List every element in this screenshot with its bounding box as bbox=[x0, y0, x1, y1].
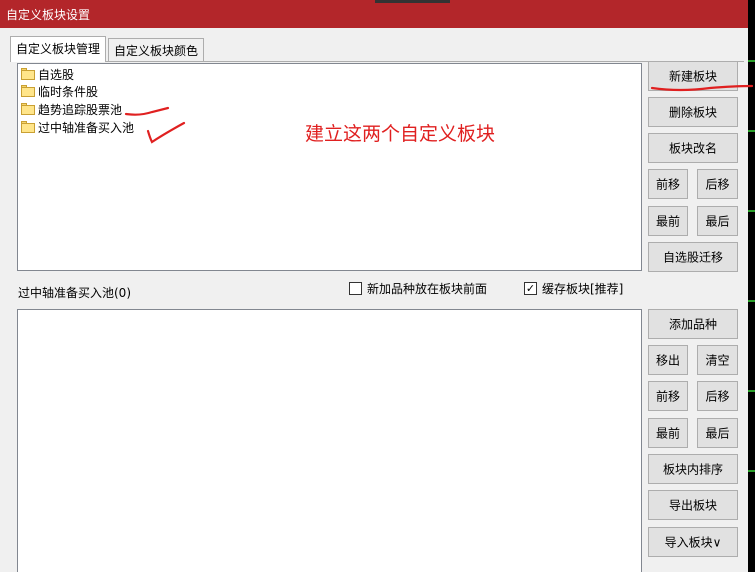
tree-item-midline-pool[interactable]: 过中轴准备买入池 bbox=[20, 119, 134, 136]
tab-divider bbox=[10, 61, 744, 62]
chart-mark bbox=[748, 300, 755, 302]
check-icon: ✓ bbox=[525, 282, 536, 295]
tree-item-label: 过中轴准备买入池 bbox=[38, 121, 135, 135]
chart-mark bbox=[748, 130, 755, 132]
migrate-watchlist-button[interactable]: 自选股迁移 bbox=[648, 242, 738, 272]
folder-icon bbox=[20, 121, 36, 134]
tree-item-zixuangu[interactable]: 自选股 bbox=[20, 66, 74, 83]
stock-move-down-button[interactable]: 后移 bbox=[697, 381, 738, 411]
block-move-down-button[interactable]: 后移 bbox=[697, 169, 738, 199]
block-move-first-button[interactable]: 最前 bbox=[648, 206, 688, 236]
stock-move-last-button[interactable]: 最后 bbox=[697, 418, 738, 448]
import-block-button[interactable]: 导入板块∨ bbox=[648, 527, 738, 557]
chart-mark bbox=[748, 470, 755, 472]
sort-in-block-button[interactable]: 板块内排序 bbox=[648, 454, 738, 484]
export-block-button[interactable]: 导出板块 bbox=[648, 490, 738, 520]
chart-mark bbox=[748, 60, 755, 62]
tab-label: 自定义板块管理 bbox=[16, 42, 101, 56]
stock-move-up-button[interactable]: 前移 bbox=[648, 381, 688, 411]
background-strip bbox=[375, 0, 450, 3]
block-move-up-button[interactable]: 前移 bbox=[648, 169, 688, 199]
add-front-checkbox[interactable] bbox=[349, 282, 362, 295]
cache-block-label: 缓存板块[推荐] bbox=[542, 282, 624, 296]
folder-icon bbox=[20, 85, 36, 98]
tab-block-color[interactable]: 自定义板块颜色 bbox=[108, 38, 205, 61]
background-chart-edge bbox=[748, 0, 755, 572]
block-tree[interactable]: 自选股 临时条件股 趋势追踪股票池 过中轴准备买入池 bbox=[17, 63, 642, 271]
add-stock-button[interactable]: 添加品种 bbox=[648, 309, 738, 339]
tree-item-label: 趋势追踪股票池 bbox=[38, 103, 123, 117]
new-block-button[interactable]: 新建板块 bbox=[648, 61, 738, 91]
chart-mark bbox=[748, 210, 755, 212]
tree-item-trend-pool[interactable]: 趋势追踪股票池 bbox=[20, 101, 122, 118]
rename-block-button[interactable]: 板块改名 bbox=[648, 133, 738, 163]
block-move-last-button[interactable]: 最后 bbox=[697, 206, 738, 236]
cache-block-checkbox[interactable]: ✓ bbox=[524, 282, 537, 295]
stock-move-first-button[interactable]: 最前 bbox=[648, 418, 688, 448]
folder-icon bbox=[20, 68, 36, 81]
add-front-label: 新加品种放在板块前面 bbox=[367, 282, 488, 296]
tab-block-management[interactable]: 自定义板块管理 bbox=[10, 36, 107, 62]
tree-item-temp-condition[interactable]: 临时条件股 bbox=[20, 83, 98, 100]
current-block-label: 过中轴准备买入池(0) bbox=[18, 286, 131, 300]
tree-item-label: 自选股 bbox=[38, 68, 75, 82]
delete-block-button[interactable]: 删除板块 bbox=[648, 97, 738, 127]
folder-icon bbox=[20, 103, 36, 116]
remove-stock-button[interactable]: 移出 bbox=[648, 345, 688, 375]
block-stock-list[interactable] bbox=[17, 309, 642, 572]
dialog-body: 自定义板块管理 自定义板块颜色 自选股 临时条件股 趋势追踪股票池 过中轴准备买… bbox=[0, 28, 748, 572]
tab-label: 自定义板块颜色 bbox=[114, 44, 199, 58]
window-title: 自定义板块设置 bbox=[6, 8, 91, 22]
chart-mark bbox=[748, 390, 755, 392]
tree-item-label: 临时条件股 bbox=[38, 85, 99, 99]
title-bar[interactable]: 自定义板块设置 bbox=[0, 0, 748, 28]
clear-stocks-button[interactable]: 清空 bbox=[697, 345, 738, 375]
annotation-text: 建立这两个自定义板块 bbox=[305, 123, 496, 145]
